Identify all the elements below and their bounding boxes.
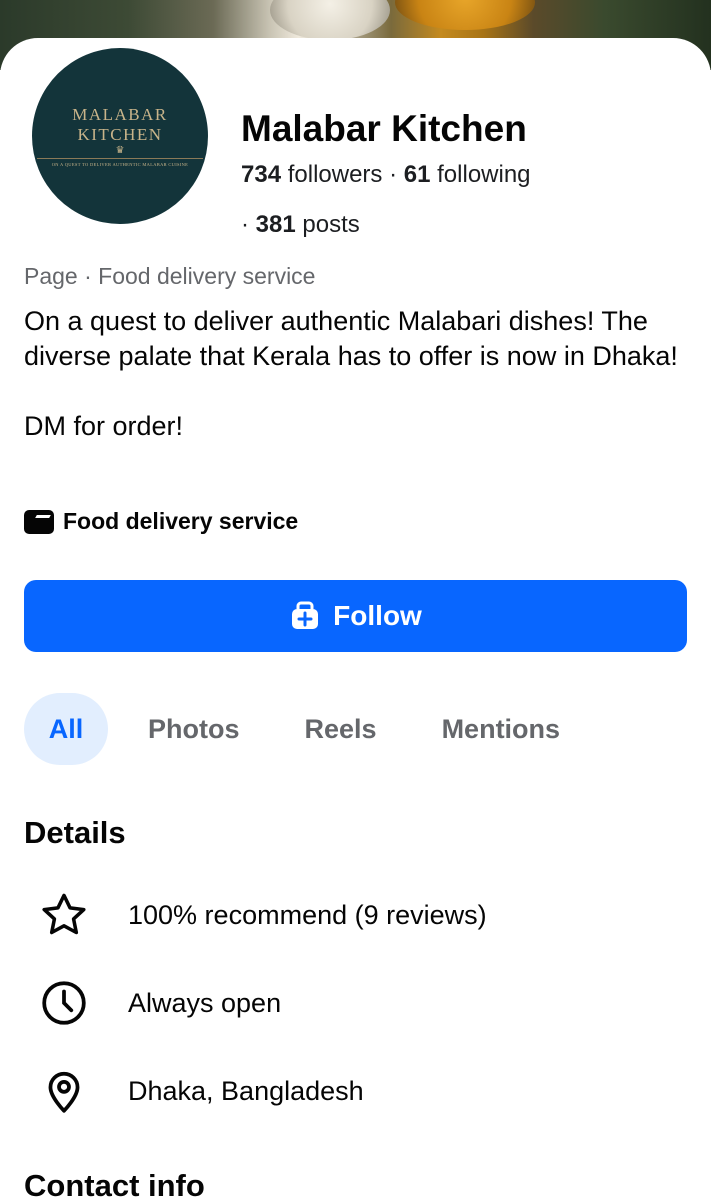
- detail-hours: Always open: [38, 978, 281, 1028]
- location-pin-icon: [38, 1065, 90, 1117]
- bio-paragraph: DM for order!: [24, 411, 184, 441]
- content-tabs: All Photos Reels Mentions: [24, 693, 560, 765]
- tab-all[interactable]: All: [24, 693, 108, 765]
- following-count: 61: [403, 161, 431, 188]
- stats-separator: ·: [389, 161, 398, 188]
- following-link[interactable]: 61 following: [404, 161, 531, 188]
- logo-divider: [37, 158, 203, 159]
- following-label: following: [437, 161, 531, 188]
- posts-label: posts: [302, 211, 360, 238]
- profile-sheet: MALABAR KITCHEN ♛ ON A QUEST TO DELIVER …: [0, 38, 711, 1199]
- tab-reels[interactable]: Reels: [305, 693, 377, 765]
- detail-recommendations[interactable]: 100% recommend (9 reviews): [38, 890, 487, 940]
- cover-dish-image: [270, 0, 390, 40]
- follow-button[interactable]: Follow: [24, 580, 687, 652]
- logo-crown-icon: ♛: [115, 145, 125, 156]
- detail-text: 100% recommend (9 reviews): [128, 899, 487, 930]
- follow-icon: [292, 601, 319, 629]
- follow-button-label: Follow: [333, 600, 422, 631]
- star-icon: [38, 889, 90, 941]
- logo: MALABAR KITCHEN ♛ ON A QUEST TO DELIVER …: [32, 48, 208, 224]
- category-icon: [24, 509, 54, 534]
- follow-stats: 734 followers · 61 following: [241, 161, 531, 189]
- bio-paragraph: On a quest to deliver authentic Malabari…: [24, 306, 678, 371]
- page-bio: On a quest to deliver authentic Malabari…: [24, 304, 694, 444]
- cover-dish-image: [395, 0, 535, 30]
- post-stats: · 381 posts: [241, 211, 360, 239]
- followers-count: 734: [241, 161, 282, 188]
- logo-line-2: KITCHEN: [77, 125, 163, 144]
- page-title: Malabar Kitchen: [241, 108, 527, 149]
- clock-icon: [38, 977, 90, 1029]
- page-category-line: Page · Food delivery service: [24, 263, 316, 289]
- tab-mentions[interactable]: Mentions: [442, 693, 561, 765]
- category-chip-label: Food delivery service: [63, 508, 299, 534]
- logo-tagline: ON A QUEST TO DELIVER AUTHENTIC MALABAR …: [51, 162, 189, 167]
- avatar[interactable]: MALABAR KITCHEN ♛ ON A QUEST TO DELIVER …: [26, 42, 214, 230]
- posts-count: 381: [255, 211, 296, 238]
- detail-text: Always open: [128, 987, 282, 1018]
- stats-separator: ·: [241, 211, 249, 238]
- followers-link[interactable]: 734 followers: [241, 161, 382, 188]
- detail-location[interactable]: Dhaka, Bangladesh: [38, 1066, 364, 1116]
- followers-label: followers: [287, 161, 383, 188]
- details-heading: Details: [24, 815, 126, 850]
- logo-line-1: MALABAR: [72, 105, 168, 124]
- tab-photos[interactable]: Photos: [148, 693, 240, 765]
- category-chip[interactable]: Food delivery service: [24, 508, 298, 535]
- contact-info-heading: Contact info: [24, 1168, 205, 1199]
- detail-text: Dhaka, Bangladesh: [128, 1075, 364, 1106]
